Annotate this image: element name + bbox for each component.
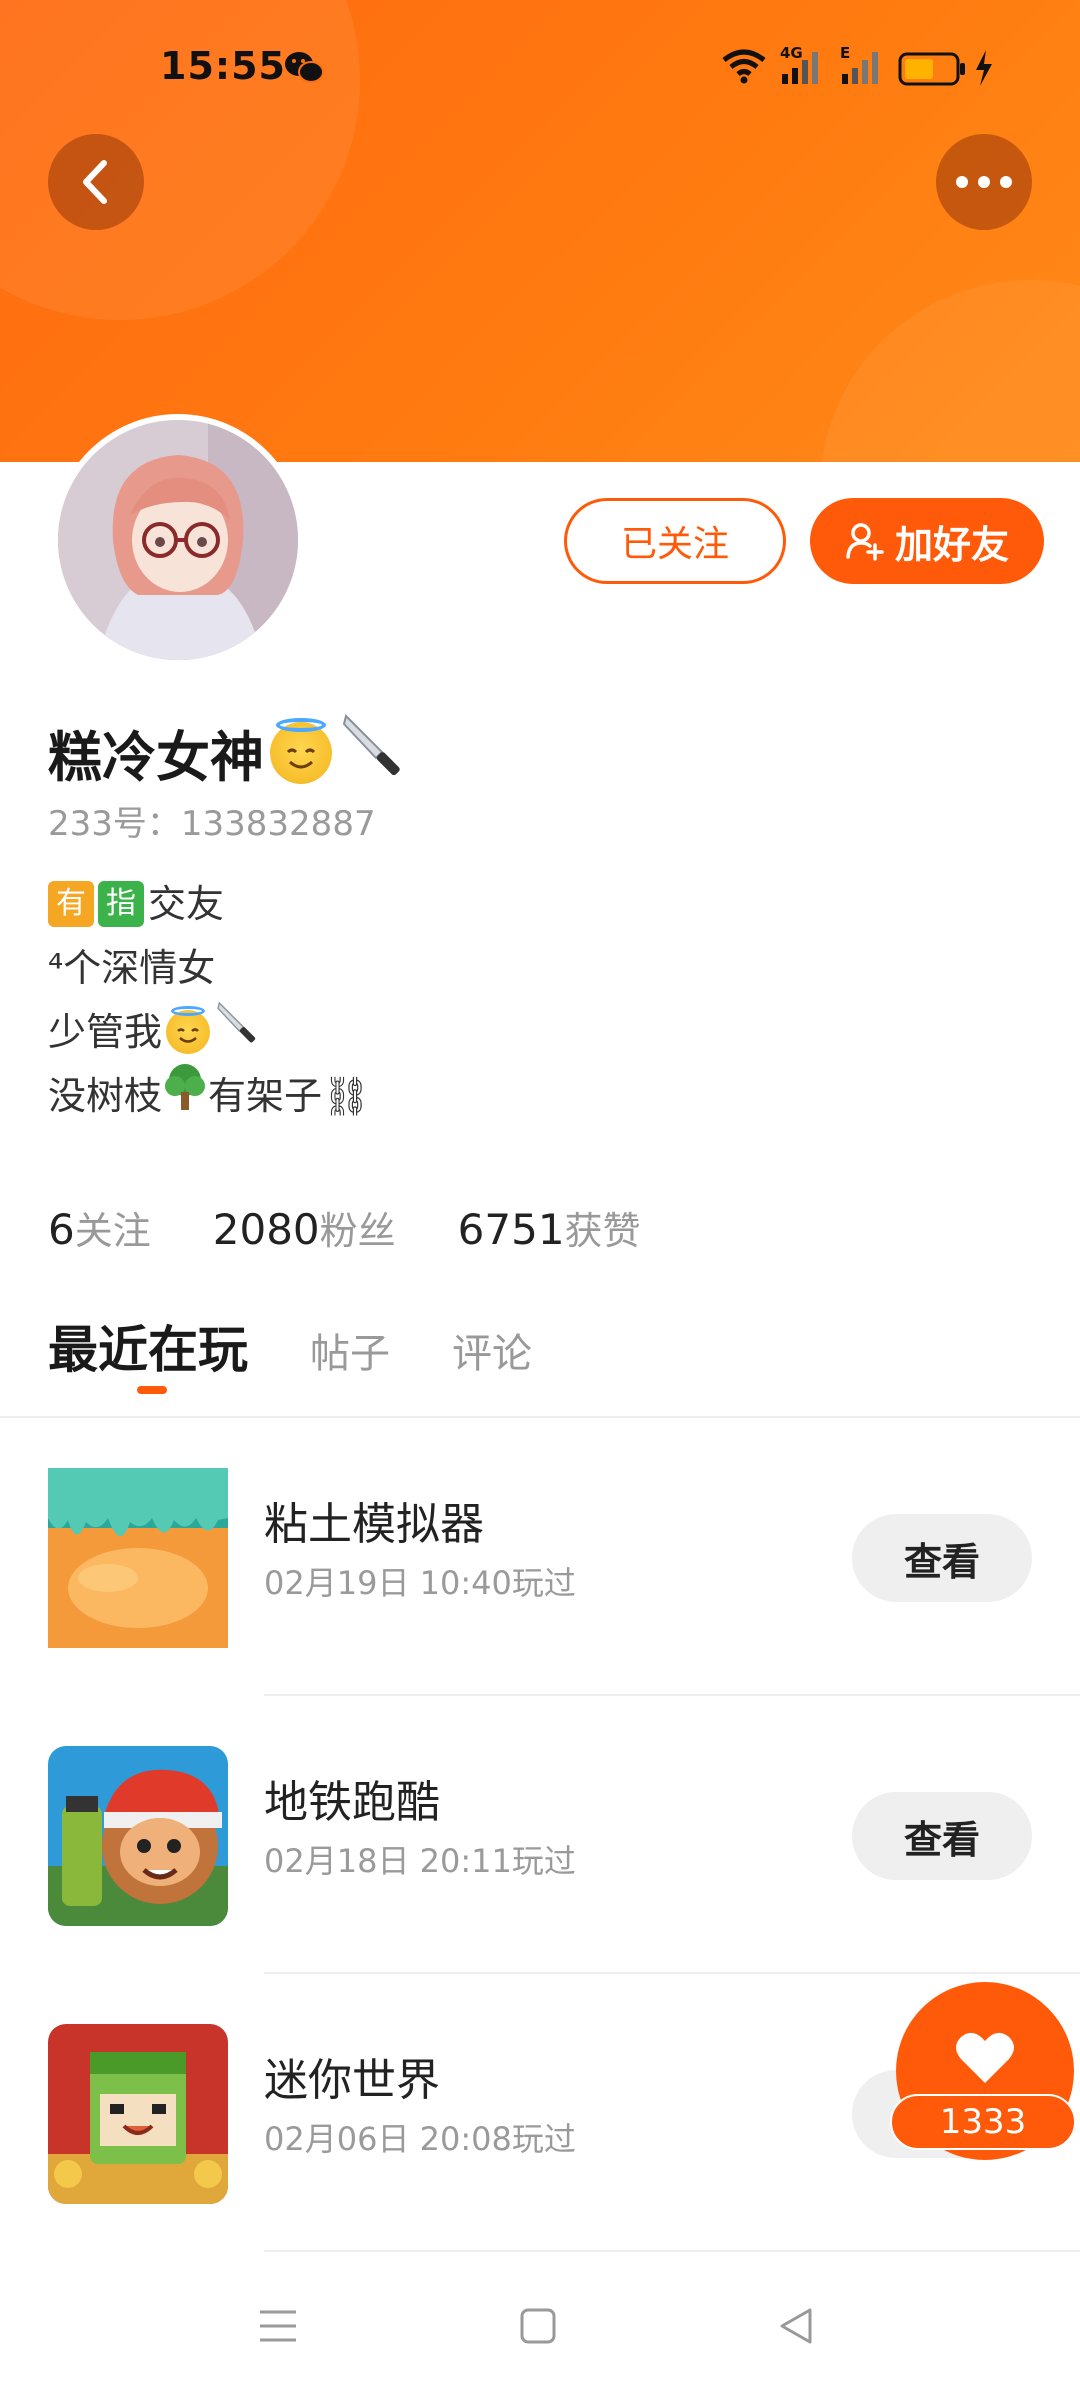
tree-emoji-icon [162,1062,208,1131]
username: 糕冷女神 [48,710,410,795]
likes-label: 获赞 [564,1209,641,1253]
following-button[interactable]: 已关注 [564,498,786,584]
user-id: 233号：133832887 [48,804,376,844]
tag-you: 有 [48,881,94,927]
list-item[interactable]: 粘土模拟器 02月19日 10:40玩过 查看 [0,1418,1080,1696]
bio-text: ⁴个深情女 [48,946,216,990]
game-thumbnail [48,2024,228,2204]
tab-comments[interactable]: 评论 [452,1321,532,1379]
add-person-icon [846,523,884,561]
menu-icon[interactable] [256,2304,300,2352]
bio-line: 没树枝 有架子⛓ [48,1062,371,1131]
view-button[interactable]: 查看 [852,1792,1032,1880]
bio-text: 交友 [148,882,225,926]
more-dots-icon [956,176,968,188]
game-name: 粘土模拟器 [264,1499,484,1550]
game-name: 迷你世界 [264,2055,440,2106]
system-nav-bar [0,2268,1080,2400]
more-options-button[interactable] [936,134,1032,230]
knife-emoji-icon [214,999,262,1066]
bio-text: 没树枝 [48,1074,163,1118]
game-played-time: 02月18日 20:11玩过 [264,1842,576,1880]
tag-zhi: 指 [98,881,144,927]
stat-following[interactable]: 6 关注 [48,1200,151,1255]
bio-line: 有 指 交友 [48,872,370,936]
heart-icon [956,2032,1014,2083]
wifi-icon [720,48,768,88]
fans-label: 粉丝 [319,1209,396,1253]
back-button[interactable] [48,134,144,230]
status-bar: 15:55 4G E [0,0,1080,140]
bio-line: 少管我 [48,1000,370,1064]
back-triangle-icon[interactable] [774,2304,818,2352]
tab-label: 最近在玩 [48,1321,248,1379]
username-text: 糕冷女神 [48,726,264,789]
stat-likes[interactable]: 6751 获赞 [458,1200,641,1255]
tab-posts[interactable]: 帖子 [310,1321,390,1379]
add-friend-button[interactable]: 加好友 [810,498,1044,584]
angel-emoji-icon [270,717,332,784]
list-item[interactable]: 地铁跑酷 02月18日 20:11玩过 查看 [0,1696,1080,1974]
game-played-time: 02月06日 20:08玩过 [264,2120,576,2158]
banner-decoration [820,280,1080,462]
like-fab-button[interactable]: 1333 [890,1982,1076,2160]
wechat-icon [284,50,324,90]
more-dot [1000,176,1012,188]
avatar[interactable] [52,414,304,666]
bio: 有 指 交友 ⁴个深情女 少管我 没树枝 有架子⛓ [48,872,370,1128]
bio-line: ⁴个深情女 [48,936,370,1000]
charging-bolt-icon [974,50,994,90]
profile-stats: 6 关注 2080 粉丝 6751 获赞 [48,1200,703,1255]
game-thumbnail [48,1468,228,1648]
knife-emoji-icon [338,710,410,795]
add-friend-label: 加好友 [894,522,1009,567]
home-square-icon[interactable] [516,2304,560,2352]
chevron-left-icon [83,160,107,204]
bio-text: 少管我 [48,1010,163,1054]
stat-fans[interactable]: 2080 粉丝 [213,1200,396,1255]
following-label: 关注 [74,1209,151,1253]
more-dot [978,176,990,188]
angel-emoji-icon [166,1006,211,1054]
game-thumbnail [48,1746,228,1926]
avatar-image [58,420,298,660]
following-count: 6 [48,1205,75,1254]
signal-4g-label: 4G [780,44,803,62]
bio-text: 有架子⛓ [208,1074,371,1118]
fans-count: 2080 [212,1205,320,1254]
game-name: 地铁跑酷 [264,1777,440,1828]
like-count: 1333 [890,2094,1076,2150]
signal-e-label: E [840,44,851,62]
view-button[interactable]: 查看 [852,1514,1032,1602]
battery-icon [898,52,966,90]
tab-active-indicator [137,1386,167,1394]
profile-tabs: 最近在玩 帖子 评论 [48,1310,594,1394]
divider [264,2250,1080,2252]
likes-count: 6751 [457,1205,565,1254]
game-played-time: 02月19日 10:40玩过 [264,1564,576,1602]
status-time: 15:55 [160,44,286,88]
tab-recently-played[interactable]: 最近在玩 [48,1310,248,1394]
